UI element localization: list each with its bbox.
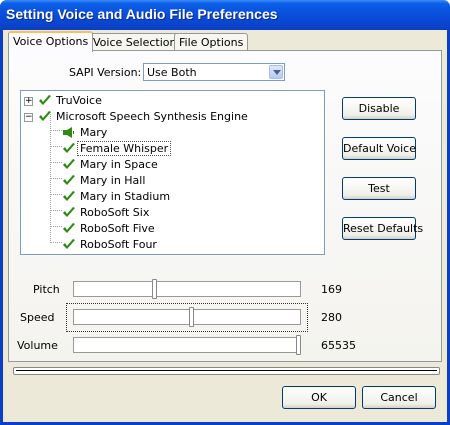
tree-item-voice[interactable]: Mary in Stadium <box>21 189 321 205</box>
speaker-icon <box>62 126 76 139</box>
tree-item-label: Microsoft Speech Synthesis Engine <box>56 110 248 123</box>
reset-defaults-button[interactable]: Reset Defaults <box>342 217 423 240</box>
tree-item-label: RoboSoft Five <box>80 222 155 235</box>
tree-item-voice[interactable]: Female Whisper <box>21 141 321 157</box>
tree-item-label: RoboSoft Six <box>80 206 150 219</box>
dialog-window: Setting Voice and Audio File Preferences… <box>0 0 450 425</box>
ok-button[interactable]: OK <box>282 386 356 409</box>
tab-voice-selection[interactable]: Voice Selection <box>88 33 182 51</box>
default-voice-button[interactable]: Default Voice <box>342 137 416 160</box>
volume-value: 65535 <box>321 339 356 352</box>
volume-label: Volume <box>17 339 58 352</box>
speed-label: Speed <box>20 311 55 324</box>
tab-file-options[interactable]: File Options <box>174 33 249 51</box>
cancel-button[interactable]: Cancel <box>362 386 436 409</box>
pitch-slider[interactable] <box>73 279 301 299</box>
tree-item-label: Mary in Stadium <box>80 190 171 203</box>
pitch-value: 169 <box>321 283 342 296</box>
tree-item-voice[interactable]: Mary in Space <box>21 157 321 173</box>
slider-track <box>73 337 301 353</box>
tree-item-truvoice[interactable]: + TruVoice <box>21 93 321 109</box>
speed-value: 280 <box>321 311 342 324</box>
test-button[interactable]: Test <box>342 177 416 200</box>
tree-item-label: TruVoice <box>56 94 102 107</box>
title-bar[interactable]: Setting Voice and Audio File Preferences <box>0 0 450 30</box>
green-checkmark-icon[interactable] <box>62 238 76 251</box>
tree-item-label: RoboSoft Four <box>80 238 157 251</box>
tab-voice-options[interactable]: Voice Options <box>8 31 94 52</box>
green-checkmark-icon[interactable] <box>38 110 52 123</box>
green-checkmark-icon[interactable] <box>62 174 76 187</box>
tree-item-voice[interactable]: RoboSoft Five <box>21 221 321 237</box>
tree-item-label-selected: Female Whisper <box>76 141 172 156</box>
tree-item-microsoft-engine[interactable]: − Microsoft Speech Synthesis Engine <box>21 109 321 125</box>
slider-track <box>73 309 301 325</box>
tree-item-voice[interactable]: RoboSoft Four <box>21 237 321 253</box>
slider-thumb[interactable] <box>151 279 157 299</box>
separator-bar <box>13 367 440 375</box>
window-title: Setting Voice and Audio File Preferences <box>6 6 278 22</box>
tree-item-label: Mary in Hall <box>80 174 146 187</box>
tree-expander-icon[interactable]: − <box>24 113 33 122</box>
tree-item-label: Mary in Space <box>80 158 158 171</box>
voice-tree[interactable]: + TruVoice − Microsoft Speech Synthesis … <box>20 90 325 255</box>
disable-button[interactable]: Disable <box>342 97 416 120</box>
sapi-version-value: Use Both <box>147 66 197 79</box>
volume-slider[interactable] <box>73 335 301 355</box>
green-checkmark-icon[interactable] <box>38 94 52 107</box>
green-checkmark-icon[interactable] <box>62 190 76 203</box>
tree-item-label: Mary <box>80 126 108 139</box>
green-checkmark-icon[interactable] <box>62 158 76 171</box>
sapi-version-select[interactable]: Use Both <box>143 63 285 81</box>
green-checkmark-icon[interactable] <box>62 222 76 235</box>
tree-item-voice[interactable]: Mary in Hall <box>21 173 321 189</box>
tree-item-voice[interactable]: RoboSoft Six <box>21 205 321 221</box>
speed-slider[interactable] <box>73 307 301 327</box>
tree-item-voice[interactable]: Mary <box>21 125 321 141</box>
sapi-version-label: SAPI Version: <box>69 66 142 79</box>
green-checkmark-icon[interactable] <box>62 206 76 219</box>
slider-track <box>73 281 301 297</box>
chevron-down-icon[interactable] <box>269 65 283 79</box>
green-checkmark-icon[interactable] <box>62 142 76 155</box>
slider-thumb[interactable] <box>189 307 195 327</box>
slider-thumb[interactable] <box>296 335 301 355</box>
tree-expander-icon[interactable]: + <box>24 97 33 106</box>
pitch-label: Pitch <box>33 283 60 296</box>
